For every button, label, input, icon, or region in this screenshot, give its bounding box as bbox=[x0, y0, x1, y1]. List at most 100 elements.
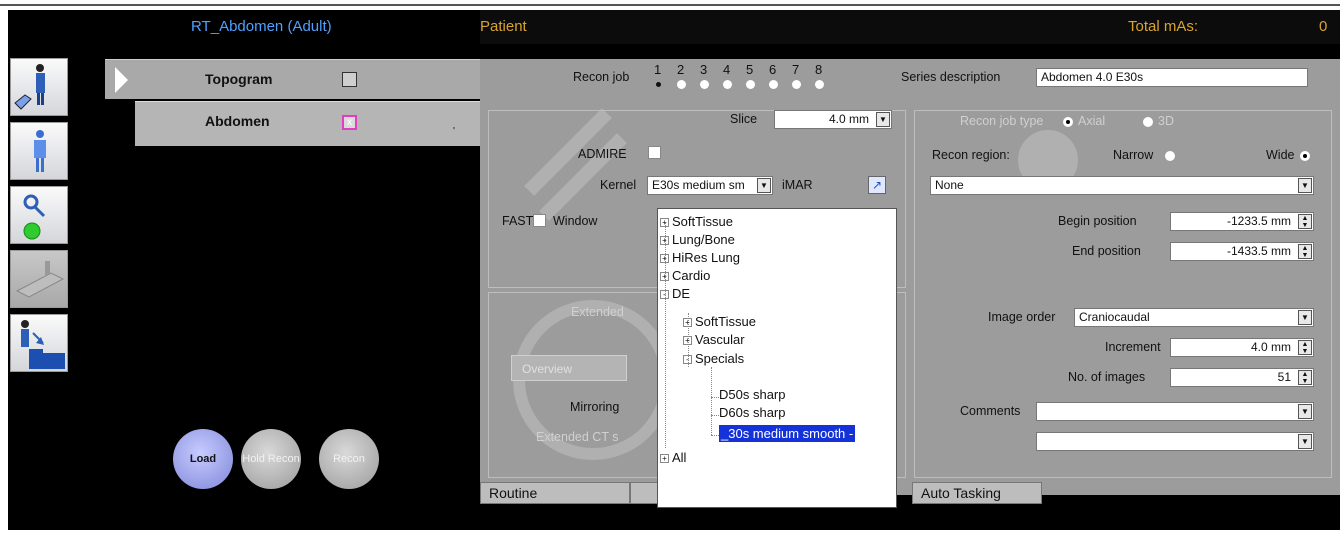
collapse-icon[interactable]: - bbox=[660, 290, 669, 299]
tab-hidden[interactable] bbox=[630, 482, 658, 504]
abdomen-checkbox[interactable]: x bbox=[342, 115, 357, 130]
recon-job-label: Recon job bbox=[573, 70, 630, 84]
slice-label: Slice bbox=[730, 112, 758, 126]
recon-job-radio[interactable] bbox=[656, 82, 661, 87]
image-order-label: Image order bbox=[988, 310, 1056, 324]
scan-status-tool[interactable] bbox=[10, 186, 68, 244]
expand-icon[interactable]: + bbox=[660, 454, 669, 463]
row-marker: ' bbox=[453, 126, 455, 137]
slice-value: 4.0 mm bbox=[828, 112, 869, 126]
tree-item[interactable]: D50s sharp bbox=[719, 386, 785, 403]
tab-auto-tasking[interactable]: Auto Tasking bbox=[912, 482, 1042, 504]
expand-icon[interactable]: + bbox=[660, 272, 669, 281]
expand-icon[interactable]: + bbox=[660, 236, 669, 245]
chevron-down-icon[interactable]: ▼ bbox=[1298, 310, 1312, 325]
end-position-label: End position bbox=[1072, 244, 1141, 258]
image-order-value: Craniocaudal bbox=[1079, 310, 1150, 324]
tree-item[interactable]: D60s sharp bbox=[719, 404, 785, 421]
tree-item[interactable]: + Cardio bbox=[660, 267, 710, 284]
tree-item[interactable]: + SoftTissue bbox=[683, 313, 756, 330]
recon-job-number: 4 bbox=[723, 62, 731, 77]
recon-job-radio[interactable] bbox=[746, 80, 755, 89]
stepper-icon[interactable]: ▲ ▼ bbox=[1298, 370, 1312, 385]
begin-position-value: -1233.5 mm bbox=[1226, 214, 1291, 228]
chevron-down-icon[interactable]: ▼ bbox=[757, 178, 771, 193]
begin-position-label: Begin position bbox=[1058, 214, 1137, 228]
patient-positioning-tool[interactable] bbox=[10, 58, 68, 116]
tree-item[interactable]: + HiRes Lung bbox=[660, 249, 740, 266]
protocol-row-topogram[interactable]: Topogram bbox=[105, 59, 480, 99]
recon-job-radio[interactable] bbox=[769, 80, 778, 89]
tree-item-label: Lung/Bone bbox=[672, 232, 735, 247]
kernel-select[interactable]: E30s medium sm ▼ bbox=[647, 176, 773, 195]
expand-icon[interactable]: + bbox=[660, 218, 669, 227]
load-button[interactable]: Load bbox=[173, 429, 233, 489]
collapse-icon[interactable]: - bbox=[683, 355, 692, 364]
recon-button: Recon bbox=[319, 429, 379, 489]
recon-region-value: None bbox=[935, 178, 964, 192]
overview-button: Overview bbox=[511, 355, 627, 381]
increment-input[interactable]: 4.0 mm ▲ ▼ bbox=[1170, 338, 1314, 357]
kernel-tree-dropdown[interactable]: + SoftTissue + Lung/Bone + HiRes Lung + Card… bbox=[657, 208, 897, 508]
3d-label: 3D bbox=[1158, 114, 1174, 128]
patient-model-tool[interactable] bbox=[10, 122, 68, 180]
window-label: Window bbox=[553, 214, 598, 228]
protocol-row-abdomen[interactable]: Abdomen x ' bbox=[135, 101, 480, 146]
num-images-input[interactable]: 51 ▲ ▼ bbox=[1170, 368, 1314, 387]
current-step-arrow bbox=[115, 67, 128, 93]
comments-select-2[interactable]: ▼ bbox=[1036, 432, 1314, 451]
tree-item[interactable]: + All bbox=[660, 449, 686, 466]
fast-checkbox[interactable] bbox=[533, 214, 546, 227]
increment-value: 4.0 mm bbox=[1250, 340, 1291, 354]
recon-job-radio[interactable] bbox=[815, 80, 824, 89]
stepper-icon[interactable]: ▲ ▼ bbox=[1298, 340, 1312, 355]
series-description-input[interactable]: Abdomen 4.0 E30s bbox=[1036, 68, 1308, 87]
begin-position-input[interactable]: -1233.5 mm ▲ ▼ bbox=[1170, 212, 1314, 231]
recon-job-radio[interactable] bbox=[700, 80, 709, 89]
protocol-title: RT_Abdomen (Adult) bbox=[191, 18, 332, 35]
recon-region-select[interactable]: None ▼ bbox=[930, 176, 1314, 195]
hold-recon-button: Hold Recon bbox=[241, 429, 301, 489]
expand-icon[interactable]: + bbox=[683, 318, 692, 327]
imar-toggle-icon[interactable]: ↗ bbox=[868, 176, 886, 194]
tree-item-label: SoftTissue bbox=[672, 214, 733, 229]
admire-checkbox[interactable] bbox=[648, 146, 661, 159]
tree-item[interactable]: - Specials bbox=[683, 350, 744, 367]
stepper-icon[interactable]: ▲ ▼ bbox=[1298, 214, 1312, 229]
narrow-radio[interactable] bbox=[1165, 151, 1175, 161]
chevron-down-icon[interactable]: ▼ bbox=[1298, 434, 1312, 449]
stepper-icon[interactable]: ▲ ▼ bbox=[1298, 244, 1312, 259]
tree-item-selected[interactable]: _30s medium smooth - bbox=[717, 424, 857, 443]
tree-item-label: Specials bbox=[695, 351, 745, 366]
end-position-input[interactable]: -1433.5 mm ▲ ▼ bbox=[1170, 242, 1314, 261]
tree-item[interactable]: + Lung/Bone bbox=[660, 231, 735, 248]
comments-select-1[interactable]: ▼ bbox=[1036, 402, 1314, 421]
kernel-label: Kernel bbox=[600, 178, 637, 192]
kernel-value: E30s medium sm bbox=[652, 178, 745, 192]
recon-job-radio[interactable] bbox=[723, 80, 732, 89]
end-position-value: -1433.5 mm bbox=[1226, 244, 1291, 258]
tab-routine[interactable]: Routine bbox=[480, 482, 630, 504]
image-order-select[interactable]: Craniocaudal ▼ bbox=[1074, 308, 1314, 327]
expand-icon[interactable]: + bbox=[660, 254, 669, 263]
recon-range-box bbox=[914, 110, 1332, 478]
axial-label: Axial bbox=[1078, 114, 1106, 128]
tree-item[interactable]: + SoftTissue bbox=[660, 213, 733, 230]
recon-job-radio[interactable] bbox=[677, 80, 686, 89]
recon-job-number: 8 bbox=[815, 62, 823, 77]
tree-item[interactable]: + Vascular bbox=[683, 331, 745, 348]
topogram-checkbox[interactable] bbox=[342, 72, 357, 87]
recon-job-radio[interactable] bbox=[792, 80, 801, 89]
recon-job-number: 6 bbox=[769, 62, 777, 77]
chevron-down-icon[interactable]: ▼ bbox=[1298, 178, 1312, 193]
expand-icon[interactable]: + bbox=[683, 336, 692, 345]
patient-browser-tool[interactable] bbox=[10, 314, 68, 372]
wide-radio[interactable] bbox=[1300, 151, 1310, 161]
tree-line bbox=[711, 397, 719, 398]
chevron-down-icon[interactable]: ▼ bbox=[876, 112, 890, 127]
chevron-down-icon[interactable]: ▼ bbox=[1298, 404, 1312, 419]
tree-item[interactable]: - DE bbox=[660, 285, 690, 302]
comments-label: Comments bbox=[960, 404, 1021, 418]
slice-select[interactable]: 4.0 mm ▼ bbox=[774, 110, 892, 129]
wide-label: Wide bbox=[1266, 148, 1295, 162]
